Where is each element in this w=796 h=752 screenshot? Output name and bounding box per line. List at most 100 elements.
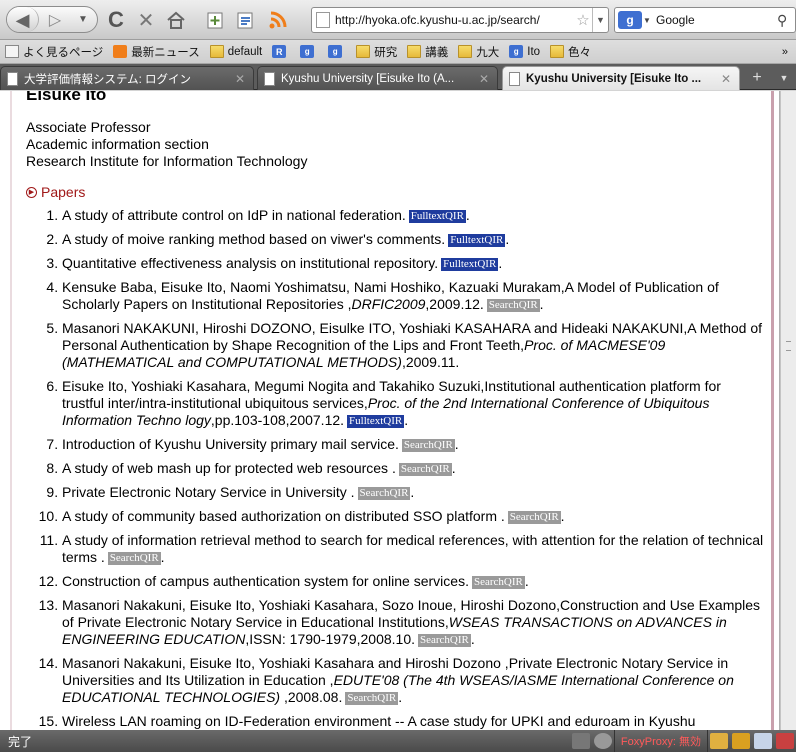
search-qir-link[interactable]: SearchQIR [398,463,452,476]
punctuation: . [160,549,165,565]
addon-circle-icon[interactable] [593,733,612,749]
home-button[interactable] [163,7,189,33]
status-text: 完了 [8,734,33,749]
status-bar: 完了 FoxyProxy: 無効 [0,730,796,752]
affiliation-block: Associate Professor Academic information… [26,119,766,170]
search-engine-label[interactable]: Google [652,13,777,27]
tab-label: 大学評価情報システム: ログイン [24,73,192,86]
paper-item: Eisuke Ito, Yoshiaki Kasahara, Megumi No… [62,378,766,429]
expand-circle-icon[interactable]: ▶ [26,187,37,198]
page-title: Eisuke Ito [26,91,107,104]
bookmark-item[interactable]: 講義 [402,40,453,63]
bookmark-label: 研究 [374,46,398,59]
paper-venue: DRFIC2009 [351,296,426,312]
profile-page: Eisuke Ito Associate Professor Academic … [26,91,766,730]
back-button[interactable]: ◀ [7,7,39,32]
folder-icon [407,45,422,58]
fulltext-qir-link[interactable]: FulltextQIR [408,210,466,223]
forward-button[interactable]: ▷ [40,7,70,32]
paper-citation: Wireless LAN roaming on ID-Federation en… [62,713,696,729]
paper-item: Masanori NAKAKUNI, Hiroshi DOZONO, Eisul… [62,320,766,371]
papers-section-toggle[interactable]: ▶ Papers [26,184,766,201]
foxyproxy-status[interactable]: FoxyProxy: 無効 [613,730,708,752]
close-tab-icon[interactable]: ✕ [477,72,491,86]
vertical-scrollbar[interactable] [780,91,796,730]
bookmark-item[interactable]: g [295,40,323,63]
address-bar[interactable]: http://hyoka.ofc.kyushu-u.ac.jp/search/ … [311,7,609,33]
folder-icon [458,45,473,58]
tab-kyushu-profile-1[interactable]: Kyushu University [Eisuke Ito (A... ✕ [257,66,498,90]
document-icon [7,71,18,86]
paper-citation: A study of web mash up for protected web… [62,460,396,476]
tab-kyushu-profile-2[interactable]: Kyushu University [Eisuke Ito ... ✕ [502,66,740,90]
section-title[interactable]: Papers [41,184,85,201]
fulltext-qir-link[interactable]: FulltextQIR [347,415,405,428]
search-qir-link[interactable]: SearchQIR [486,299,540,312]
rss-icon [269,11,287,29]
addon-s-icon[interactable] [754,733,772,749]
bookmark-star-icon[interactable]: ☆ [574,11,592,29]
paper-details: ,2008.08. [280,689,343,705]
url-text[interactable]: http://hyoka.ofc.kyushu-u.ac.jp/search/ [335,13,574,27]
search-icon[interactable]: ⚲ [777,12,795,29]
fulltext-qir-link[interactable]: FulltextQIR [448,234,506,247]
bookmark-label: 九大 [476,46,500,59]
paper-item: Private Electronic Notary Service in Uni… [62,484,766,501]
paper-item: Kensuke Baba, Eisuke Ito, Naomi Yoshimat… [62,279,766,313]
bookmark-item[interactable]: 色々 [545,40,596,63]
google-icon: g [509,45,524,58]
paper-item: Introduction of Kyushu University primar… [62,436,766,453]
bookmark-item[interactable]: default [205,40,268,63]
search-box[interactable]: g ▼ Google ⚲ [614,7,796,33]
bookmark-label: よく見るページ [23,46,104,59]
scroll-grip-icon[interactable] [786,341,791,351]
tab-list-chevron-icon[interactable]: ▼ [774,67,794,89]
stop-button[interactable]: ✕ [133,7,159,33]
chevron-down-icon[interactable]: ▼ [642,16,652,25]
tab-strip: 大学評価情報システム: ログイン ✕ Kyushu University [Ei… [0,64,796,90]
addon-red-icon[interactable] [776,733,794,749]
url-history-dropdown[interactable]: ▼ [592,8,608,32]
paper-citation: A study of information retrieval method … [62,532,764,565]
addon-icon[interactable] [571,733,590,749]
addon-fox-icon[interactable] [710,733,728,749]
tab-login[interactable]: 大学評価情報システム: ログイン ✕ [0,66,254,90]
google-icon[interactable]: g [618,11,642,29]
bookmark-item[interactable]: R [267,40,295,63]
addon-face-icon[interactable] [732,733,750,749]
paper-item: A study of web mash up for protected web… [62,460,766,477]
google-icon: g [328,45,343,58]
bookmark-item[interactable]: 最新ニュース [108,40,204,63]
institute: Research Institute for Information Techn… [26,153,308,169]
reload-button[interactable]: C [103,7,129,33]
bookmark-item[interactable]: よく見るページ [0,40,108,63]
search-qir-link[interactable]: SearchQIR [418,634,471,647]
new-tab-button[interactable]: + [744,67,770,89]
search-qir-link[interactable]: SearchQIR [345,692,399,705]
search-qir-link[interactable]: SearchQIR [507,511,561,524]
r-icon: R [272,45,287,58]
bookmark-label: 講義 [425,46,449,59]
google-icon: g [300,45,315,58]
punctuation: . [398,689,403,705]
search-qir-link[interactable]: SearchQIR [107,552,161,565]
rss-feed-button[interactable] [265,7,291,33]
more-bookmarks-chevron-icon[interactable]: » [782,46,796,58]
bookmark-item[interactable]: g [323,40,351,63]
page-tools-button[interactable] [233,7,259,33]
history-dropdown-button[interactable]: ▼ [72,7,94,32]
document-icon [264,71,275,86]
search-qir-link[interactable]: SearchQIR [401,439,455,452]
fulltext-qir-link[interactable]: FulltextQIR [441,258,499,271]
close-tab-icon[interactable]: ✕ [233,72,247,86]
punctuation: . [505,231,510,247]
bookmark-item[interactable]: 九大 [453,40,504,63]
search-qir-link[interactable]: SearchQIR [471,576,525,589]
bookmark-item[interactable]: 研究 [351,40,402,63]
bookmark-item[interactable]: g Ito [504,40,545,63]
close-tab-icon[interactable]: ✕ [719,72,733,86]
punctuation: . [470,631,475,647]
folder-icon [550,45,565,58]
search-qir-link[interactable]: SearchQIR [357,487,411,500]
page-add-button[interactable] [203,7,229,33]
